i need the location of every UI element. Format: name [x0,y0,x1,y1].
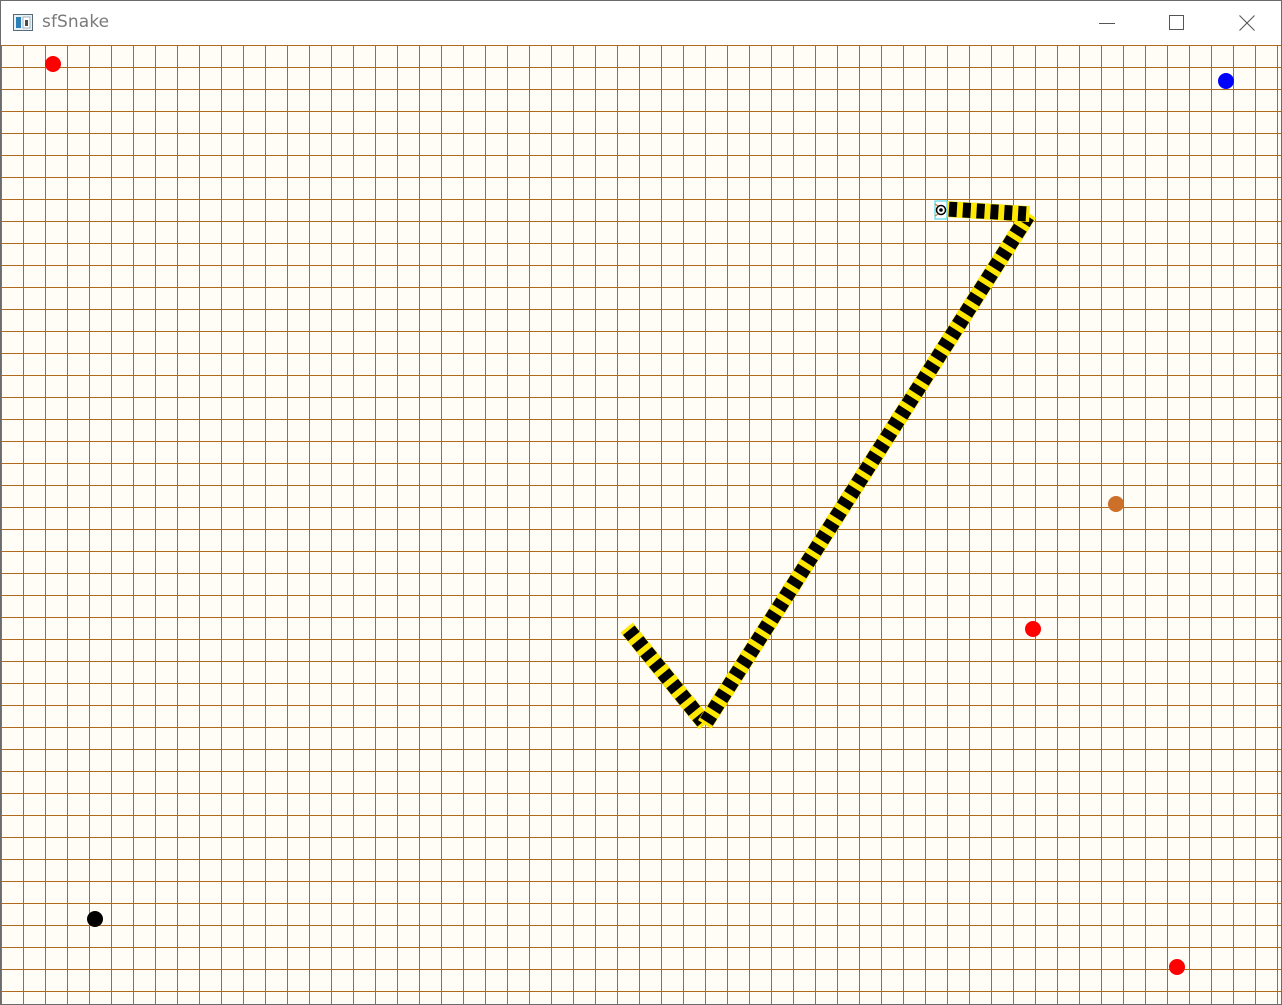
app-window-icon [13,14,33,31]
maximize-button[interactable] [1142,1,1212,45]
close-icon [1239,15,1255,31]
snake-pupil [939,208,943,212]
window-title: sfSnake [42,12,110,32]
snake-segment [1014,205,1030,223]
fruit-blue [1218,73,1234,89]
snake-segment [1000,204,1017,222]
minimize-icon [1099,23,1115,24]
snake-head [934,200,948,220]
fruit-black [87,911,103,927]
fruit-red [45,56,61,72]
snake-segment [986,203,1003,221]
fruit-red [1169,959,1185,975]
title-bar[interactable]: sfSnake [1,1,1281,45]
close-button[interactable] [1212,1,1281,45]
game-window: sfSnake [0,0,1282,1005]
snake [620,200,1037,730]
fruit-brown [1108,496,1124,512]
game-canvas[interactable] [1,45,1281,1005]
game-board[interactable] [1,45,1281,1005]
maximize-icon [1169,15,1184,30]
grid-lines [1,45,1281,1004]
snake-segment [972,202,989,220]
snake-segment [958,201,975,219]
fruit-red [1025,621,1041,637]
minimize-button[interactable] [1072,1,1142,45]
